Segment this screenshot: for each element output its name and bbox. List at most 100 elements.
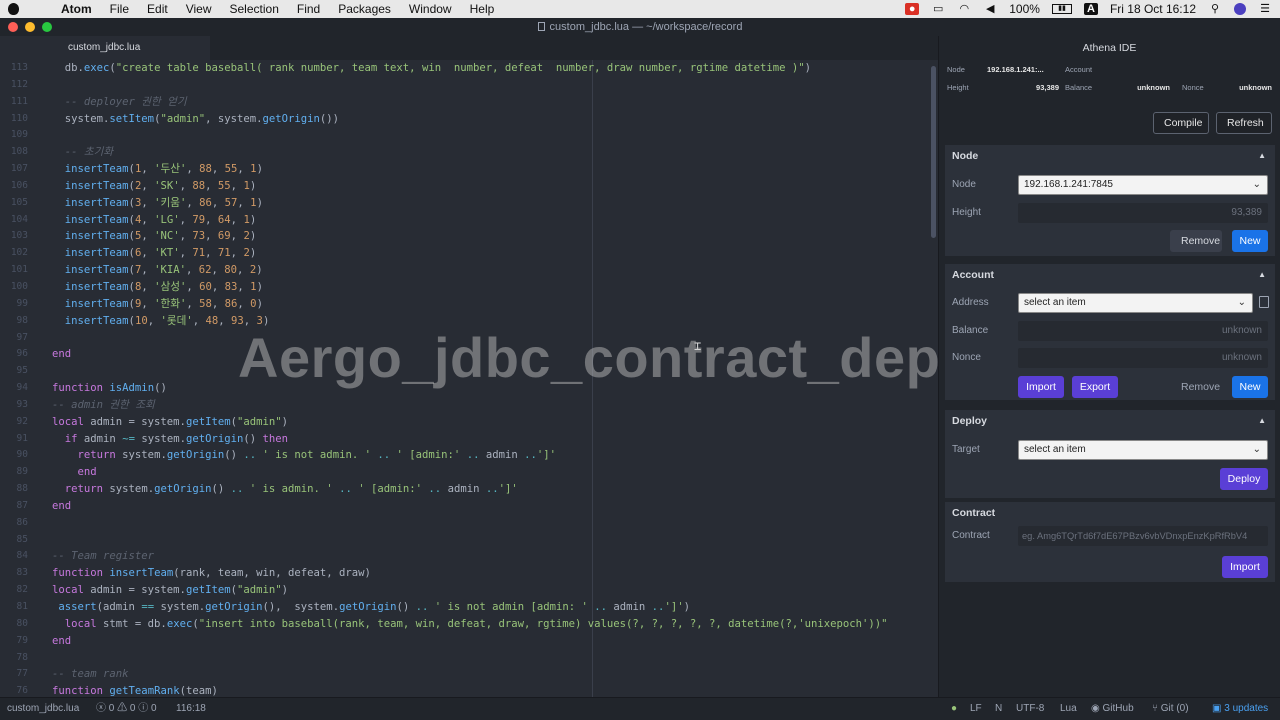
address-select[interactable]: select an item ⌄ xyxy=(1018,293,1253,313)
updates-label: 3 updates xyxy=(1224,703,1269,714)
code-line: -- team rank xyxy=(52,668,129,681)
diagnostics-icon: ⓧ xyxy=(96,703,109,714)
address-select-value: select an item xyxy=(1024,297,1086,308)
deploy-button[interactable]: Deploy xyxy=(1220,468,1268,490)
code-editor[interactable]: 113 112 111 110 109 108 107 106 105 104 103 102 101 1… xyxy=(0,60,938,697)
zoom-window-button[interactable] xyxy=(42,22,52,32)
status-file[interactable]: custom_jdbc.lua xyxy=(7,698,79,720)
code-line: insertTeam(6, 'KT', 71, 71, 2) xyxy=(64,247,257,260)
siri-icon[interactable] xyxy=(1234,3,1246,15)
apple-menu-area xyxy=(0,3,52,15)
target-label: Target xyxy=(952,444,980,455)
editor-scrollbar[interactable] xyxy=(931,66,936,238)
code-line: local admin = system.getItem("admin") xyxy=(52,415,289,428)
code-line: insertTeam(5, 'NC', 73, 69, 2) xyxy=(64,230,257,243)
github-button[interactable]: ◉ GitHub xyxy=(1091,698,1134,720)
git-button[interactable]: ⑂ Git (0) xyxy=(1152,698,1189,720)
compile-button[interactable]: Compile xyxy=(1153,112,1209,134)
status-diagnostics[interactable]: ⓧ 0 ⚠ 0 ⓘ 0 xyxy=(96,698,157,720)
info-node-value: 192.168.1.241:... xyxy=(987,65,1044,74)
menu-selection[interactable]: Selection xyxy=(221,0,288,18)
close-window-button[interactable] xyxy=(8,22,18,32)
node-section-header[interactable]: Node ▲ xyxy=(945,145,1275,167)
apple-logo-icon[interactable] xyxy=(8,3,19,15)
status-indent[interactable]: N xyxy=(995,698,1002,720)
info-nonce-label: Nonce xyxy=(1182,83,1204,92)
updates-button[interactable]: ▣ 3 updates xyxy=(1212,698,1268,720)
minimize-window-button[interactable] xyxy=(25,22,35,32)
account-section: Account ▲ Address select an item ⌄ Balance… xyxy=(945,264,1275,400)
info-balance-value: unknown xyxy=(1137,83,1170,92)
git-label: Git (0) xyxy=(1160,703,1189,714)
account-section-header[interactable]: Account ▲ xyxy=(945,264,1275,286)
new-node-button[interactable]: New xyxy=(1232,230,1268,252)
menu-help[interactable]: Help xyxy=(461,0,504,18)
collapse-caret-icon[interactable]: ▲ xyxy=(1258,264,1266,286)
code-line: insertTeam(7, 'KIA', 62, 80, 2) xyxy=(64,264,263,277)
volume-icon[interactable]: ◀ xyxy=(983,3,997,15)
code-content[interactable]: db.exec("create table baseball( rank num… xyxy=(52,60,888,697)
cast-icon[interactable]: ▭ xyxy=(931,3,945,15)
remove-account-button[interactable]: Remove xyxy=(1170,376,1222,398)
menu-view[interactable]: View xyxy=(177,0,221,18)
status-grammar[interactable]: Lua xyxy=(1060,698,1077,720)
code-line: function isAdmin() xyxy=(52,382,167,395)
code-line: assert(admin == system.getOrigin(), syst… xyxy=(58,601,690,613)
tab-bar: custom_jdbc.lua xyxy=(0,36,938,60)
line-number: 98 xyxy=(16,314,28,326)
search-icon[interactable]: ⚲ xyxy=(1208,3,1222,15)
line-number: 84 xyxy=(16,550,28,562)
target-select[interactable]: select an item ⌄ xyxy=(1018,440,1268,460)
status-cursor-position[interactable]: 116:18 xyxy=(176,698,206,720)
remove-node-button[interactable]: Remove xyxy=(1170,230,1222,252)
menu-find[interactable]: Find xyxy=(288,0,329,18)
panel-info-bar: Node 192.168.1.241:... Account Height 93… xyxy=(939,62,1280,102)
line-number: 107 xyxy=(10,163,28,175)
collapse-caret-icon[interactable]: ▲ xyxy=(1258,145,1266,167)
export-account-button[interactable]: Export xyxy=(1072,376,1118,398)
chevron-down-icon: ⌄ xyxy=(1237,297,1246,308)
code-line: -- Team register xyxy=(52,550,155,563)
code-line: insertTeam(2, 'SK', 88, 55, 1) xyxy=(64,179,257,192)
battery-icon[interactable]: ▮▮ xyxy=(1051,4,1072,14)
new-account-button[interactable]: New xyxy=(1232,376,1268,398)
contract-label: Contract xyxy=(952,530,990,541)
refresh-button[interactable]: Refresh xyxy=(1216,112,1272,134)
import-account-button[interactable]: Import xyxy=(1018,376,1064,398)
code-line: function insertTeam(rank, team, win, def… xyxy=(52,567,371,580)
menu-file[interactable]: File xyxy=(101,0,138,18)
keyboard-input-icon[interactable]: A xyxy=(1083,3,1098,15)
chevron-down-icon: ⌄ xyxy=(1252,179,1261,190)
node-select[interactable]: 192.168.1.241:7845 ⌄ xyxy=(1018,175,1268,195)
line-number: 100 xyxy=(10,280,28,292)
clock[interactable]: Fri 18 Oct 16:12 xyxy=(1110,2,1196,16)
contract-section-header[interactable]: Contract xyxy=(945,502,1275,524)
menu-app[interactable]: Atom xyxy=(52,0,101,18)
wifi-icon[interactable]: ◠ xyxy=(957,3,971,15)
menu-window[interactable]: Window xyxy=(400,0,461,18)
copy-address-icon[interactable] xyxy=(1259,296,1269,308)
menu-packages[interactable]: Packages xyxy=(329,0,400,18)
status-line-ending[interactable]: LF xyxy=(970,698,982,720)
status-encoding[interactable]: UTF-8 xyxy=(1016,698,1044,720)
import-contract-button[interactable]: Import xyxy=(1222,556,1268,578)
contract-input-placeholder: eg. Amg6TQrTd6f7dE67PBzv6vbVDnxpEnzKpRfR… xyxy=(1022,531,1248,541)
deploy-section-header[interactable]: Deploy ▲ xyxy=(945,410,1275,432)
code-line: insertTeam(8, '삼성', 60, 83, 1) xyxy=(64,280,263,293)
line-number: 108 xyxy=(10,146,28,158)
node-select-value: 192.168.1.241:7845 xyxy=(1024,179,1113,190)
code-line: local stmt = db.exec("insert into baseba… xyxy=(64,617,888,630)
code-line: -- 초기화 xyxy=(64,146,114,159)
collapse-caret-icon[interactable]: ▲ xyxy=(1258,410,1266,432)
contract-input[interactable]: eg. Amg6TQrTd6f7dE67PBzv6vbVDnxpEnzKpRfR… xyxy=(1018,526,1268,546)
tab-custom-jdbc[interactable]: custom_jdbc.lua xyxy=(0,36,210,60)
notification-center-icon[interactable]: ☰ xyxy=(1258,3,1272,15)
record-icon[interactable]: ● xyxy=(905,3,920,15)
tab-label: custom_jdbc.lua xyxy=(68,42,141,53)
menu-edit[interactable]: Edit xyxy=(138,0,177,18)
panel-title: Athena IDE xyxy=(1082,42,1137,54)
line-number: 106 xyxy=(10,179,28,191)
nonce-field: unknown xyxy=(1018,348,1268,368)
